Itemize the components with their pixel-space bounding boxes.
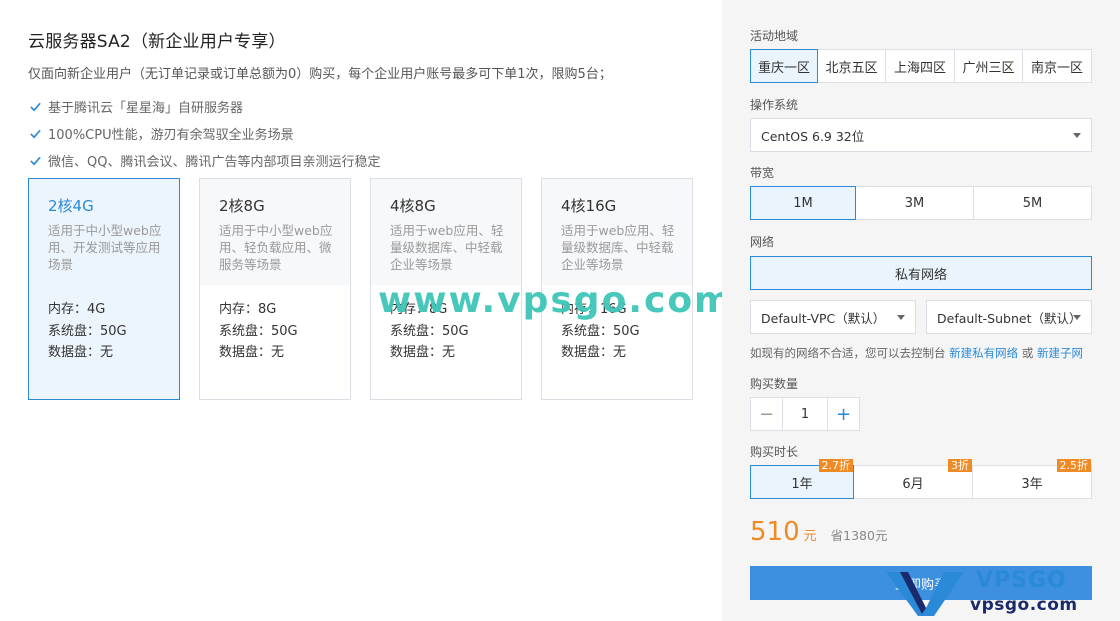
card-system-disk: 系统盘：50G [390, 323, 469, 339]
card-desc: 适用于web应用、轻量级数据库、中轻载企业等场景 [390, 223, 504, 272]
check-icon [28, 154, 42, 168]
card-name: 4核8G [390, 197, 436, 215]
duration-option-3y[interactable]: 3年 2.5折 [973, 459, 1092, 499]
quantity-label: 购买数量 [750, 377, 799, 391]
price-value: 510 [750, 517, 800, 547]
card-desc: 适用于中小型web应用、开发测试等应用场景 [48, 223, 162, 272]
region-option-chongqing-1[interactable]: 重庆一区 [750, 49, 818, 83]
card-data-disk: 数据盘：无 [390, 345, 456, 360]
card-system-disk: 系统盘：50G [561, 323, 640, 339]
duration-option-6m[interactable]: 6月 3折 [854, 459, 973, 499]
quantity-plus-button[interactable]: + [827, 397, 860, 431]
card-data-disk: 数据盘：无 [48, 345, 114, 360]
os-select[interactable]: CentOS 6.9 32位 [750, 118, 1092, 152]
bandwidth-label: 带宽 [750, 166, 775, 180]
price-unit: 元 [803, 529, 817, 544]
network-label: 网络 [750, 235, 775, 249]
product-subtitle: 仅面向新企业用户（无订单记录或订单总额为0）购买，每个企业用户账号最多可下单1次… [28, 67, 612, 82]
os-label: 操作系统 [750, 98, 799, 112]
duration-label: 购买时长 [750, 445, 799, 459]
new-subnet-link[interactable]: 新建子网 [1037, 346, 1083, 360]
region-option-guangzhou-3[interactable]: 广州三区 [955, 49, 1023, 83]
feature-list: 基于腾讯云「星星海」自研服务器 100%CPU性能，游刃有余驾驭全业务场景 微信… [28, 93, 380, 174]
region-option-nanjing-1[interactable]: 南京一区 [1023, 49, 1092, 83]
bandwidth-option-1m[interactable]: 1M [750, 186, 856, 220]
vpsgo-logo: VPSGO vpsgo.com [886, 568, 1110, 618]
subnet-select[interactable]: Default-Subnet（默认） [926, 300, 1092, 334]
feature-text: 微信、QQ、腾讯会议、腾讯广告等内部项目亲测运行稳定 [48, 155, 381, 170]
region-selector: 重庆一区 北京五区 上海四区 广州三区 南京一区 [750, 49, 1092, 83]
feature-text: 基于腾讯云「星星海」自研服务器 [48, 101, 244, 116]
discount-badge: 3折 [948, 459, 972, 472]
card-system-disk: 系统盘：50G [48, 323, 127, 339]
quantity-stepper: − 1 + [750, 397, 860, 431]
card-name: 2核8G [219, 197, 265, 215]
price-saving: 省1380元 [830, 528, 888, 543]
page-title: 云服务器SA2（新企业用户专享） [28, 32, 286, 52]
feature-item: 100%CPU性能，游刃有余驾驭全业务场景 [28, 120, 380, 147]
network-hint: 如现有的网络不合适，您可以去控制台 新建私有网络 或 新建子网 [750, 345, 1083, 361]
os-select-value: CentOS 6.9 32位 [761, 128, 865, 144]
duration-selector: 1年 2.7折 6月 3折 3年 2.5折 [750, 459, 1092, 499]
duration-option-label: 1年 [791, 476, 813, 492]
card-data-disk: 数据盘：无 [219, 345, 285, 360]
region-option-beijing-5[interactable]: 北京五区 [818, 49, 886, 83]
region-option-shanghai-4[interactable]: 上海四区 [886, 49, 955, 83]
logo-domain: vpsgo.com [970, 595, 1078, 615]
bandwidth-option-3m[interactable]: 3M [856, 186, 974, 220]
quantity-minus-button[interactable]: − [750, 397, 783, 431]
bandwidth-selector: 1M 3M 5M [750, 186, 1092, 220]
duration-option-label: 3年 [1021, 476, 1043, 492]
logo-v-icon [886, 572, 964, 616]
region-label: 活动地域 [750, 29, 799, 43]
duration-option-label: 6月 [902, 476, 924, 492]
card-system-disk: 系统盘：50G [219, 323, 298, 339]
chevron-down-icon [1073, 315, 1081, 320]
feature-item: 基于腾讯云「星星海」自研服务器 [28, 93, 380, 120]
spec-card-2c8g[interactable]: 2核8G 适用于中小型web应用、轻负载应用、微服务等场景 内存：8G 系统盘：… [199, 178, 351, 400]
chevron-down-icon [897, 315, 905, 320]
product-panel: 云服务器SA2（新企业用户专享） 仅面向新企业用户（无订单记录或订单总额为0）购… [0, 0, 732, 621]
subnet-select-value: Default-Subnet（默认） [937, 310, 1082, 326]
config-panel: 活动地域 重庆一区 北京五区 上海四区 广州三区 南京一区 操作系统 CentO… [722, 0, 1120, 621]
check-icon [28, 100, 42, 114]
private-network-button[interactable]: 私有网络 [750, 256, 1092, 290]
hint-text: 如现有的网络不合适，您可以去控制台 [750, 346, 946, 360]
card-desc: 适用于web应用、轻量级数据库、中轻载企业等场景 [561, 223, 675, 272]
logo-brand: VPSGO [976, 568, 1067, 593]
discount-badge: 2.5折 [1056, 459, 1091, 472]
price-display: 510 元 省1380元 [750, 517, 887, 547]
card-name: 4核16G [561, 197, 617, 215]
card-desc: 适用于中小型web应用、轻负载应用、微服务等场景 [219, 223, 333, 272]
vpc-select-value: Default-VPC（默认） [761, 310, 886, 326]
card-name: 2核4G [48, 197, 94, 215]
feature-text: 100%CPU性能，游刃有余驾驭全业务场景 [48, 128, 294, 143]
discount-badge: 2.7折 [818, 459, 853, 472]
new-vpc-link[interactable]: 新建私有网络 [949, 346, 1018, 360]
watermark-text: www.vpsgo.com [378, 280, 734, 321]
quantity-input[interactable]: 1 [783, 397, 827, 431]
bandwidth-option-5m[interactable]: 5M [974, 186, 1092, 220]
spec-card-2c4g[interactable]: 2核4G 适用于中小型web应用、开发测试等应用场景 内存：4G 系统盘：50G… [28, 178, 180, 400]
hint-or: 或 [1021, 346, 1034, 360]
vpc-select[interactable]: Default-VPC（默认） [750, 300, 916, 334]
feature-item: 微信、QQ、腾讯会议、腾讯广告等内部项目亲测运行稳定 [28, 147, 380, 174]
card-memory: 内存：4G [48, 302, 106, 317]
card-data-disk: 数据盘：无 [561, 345, 627, 360]
duration-option-1y[interactable]: 1年 2.7折 [750, 459, 854, 499]
card-memory: 内存：8G [219, 302, 277, 317]
check-icon [28, 127, 42, 141]
chevron-down-icon [1073, 133, 1081, 138]
